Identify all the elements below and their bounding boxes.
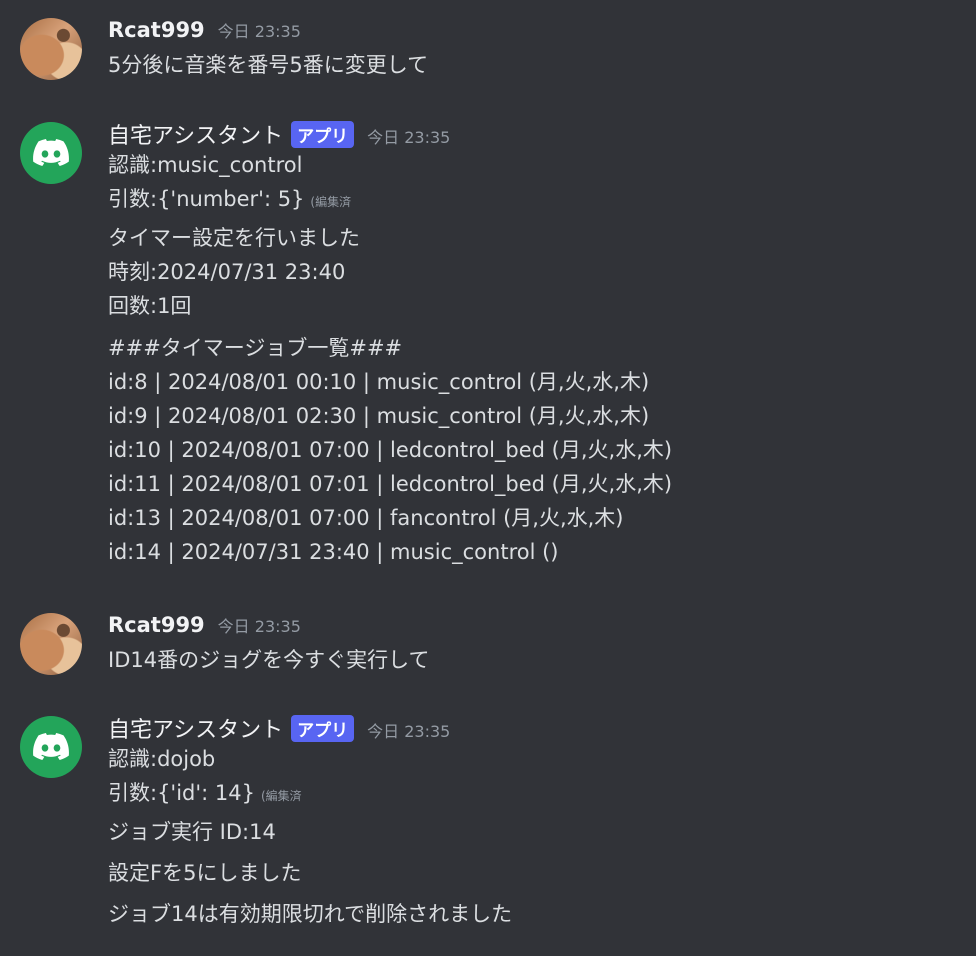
args-text: 引数:{'id': 14} [108, 781, 255, 805]
message-text: 5分後に音楽を番号5番に変更して [108, 53, 429, 77]
username[interactable]: Rcat999 [108, 18, 205, 42]
message-header: Rcat999 今日 23:35 [108, 18, 966, 48]
job-list-item: id:11 | 2024/08/01 07:01 | ledcontrol_be… [108, 472, 673, 496]
bot-avatar[interactable] [20, 122, 82, 184]
embed-line: タイマー設定を行いました [108, 226, 360, 250]
chat-log: Rcat999 今日 23:35 5分後に音楽を番号5番に変更して 自宅アシスタ… [0, 0, 976, 956]
job-list-item: id:8 | 2024/08/01 00:10 | music_control … [108, 370, 650, 394]
edited-label: (編集済 [260, 789, 302, 803]
job-list-item: id:10 | 2024/08/01 07:00 | ledcontrol_be… [108, 438, 673, 462]
embed-line: ジョブ14は有効期限切れで削除されました [108, 902, 513, 926]
message-header: 自宅アシスタント アプリ 今日 23:35 [108, 712, 966, 744]
user-avatar[interactable] [20, 613, 82, 675]
user-avatar[interactable] [20, 18, 82, 80]
edited-label: (編集済 [310, 195, 352, 209]
message-text: ID14番のジョグを今すぐ実行して [108, 648, 430, 672]
bot-avatar[interactable] [20, 716, 82, 778]
job-list-item: id:13 | 2024/08/01 07:00 | fancontrol (月… [108, 506, 624, 530]
discord-logo-icon [33, 139, 69, 166]
app-badge: アプリ [291, 715, 355, 742]
recognition-text: 認識:dojob [108, 747, 216, 771]
embed-line: ジョブ実行 ID:14 [108, 820, 276, 844]
username[interactable]: 自宅アシスタント [108, 118, 283, 150]
timestamp: 今日 23:35 [217, 22, 301, 41]
message-header: Rcat999 今日 23:35 [108, 613, 966, 643]
timestamp: 今日 23:35 [367, 722, 451, 741]
recognition-text: 認識:music_control [108, 153, 303, 177]
embed-line: 設定Fを5にしました [108, 861, 302, 885]
embed-line: 回数:1回 [108, 294, 192, 318]
args-line: 引数:{'number': 5} (編集済 [108, 182, 966, 216]
username[interactable]: 自宅アシスタント [108, 712, 283, 744]
timestamp: 今日 23:35 [367, 128, 451, 147]
args-text: 引数:{'number': 5} [108, 187, 305, 211]
app-badge: アプリ [291, 121, 355, 148]
discord-logo-icon [33, 733, 69, 760]
timestamp: 今日 23:35 [217, 617, 301, 636]
message-header: 自宅アシスタント アプリ 今日 23:35 [108, 118, 966, 150]
job-list-item: id:9 | 2024/08/01 02:30 | music_control … [108, 404, 650, 428]
embed-line: 時刻:2024/07/31 23:40 [108, 260, 346, 284]
job-list-item: id:14 | 2024/07/31 23:40 | music_control… [108, 540, 559, 564]
args-line: 引数:{'id': 14} (編集済 [108, 776, 966, 810]
username[interactable]: Rcat999 [108, 613, 205, 637]
job-list-title: ###タイマージョブ一覧### [108, 336, 403, 360]
